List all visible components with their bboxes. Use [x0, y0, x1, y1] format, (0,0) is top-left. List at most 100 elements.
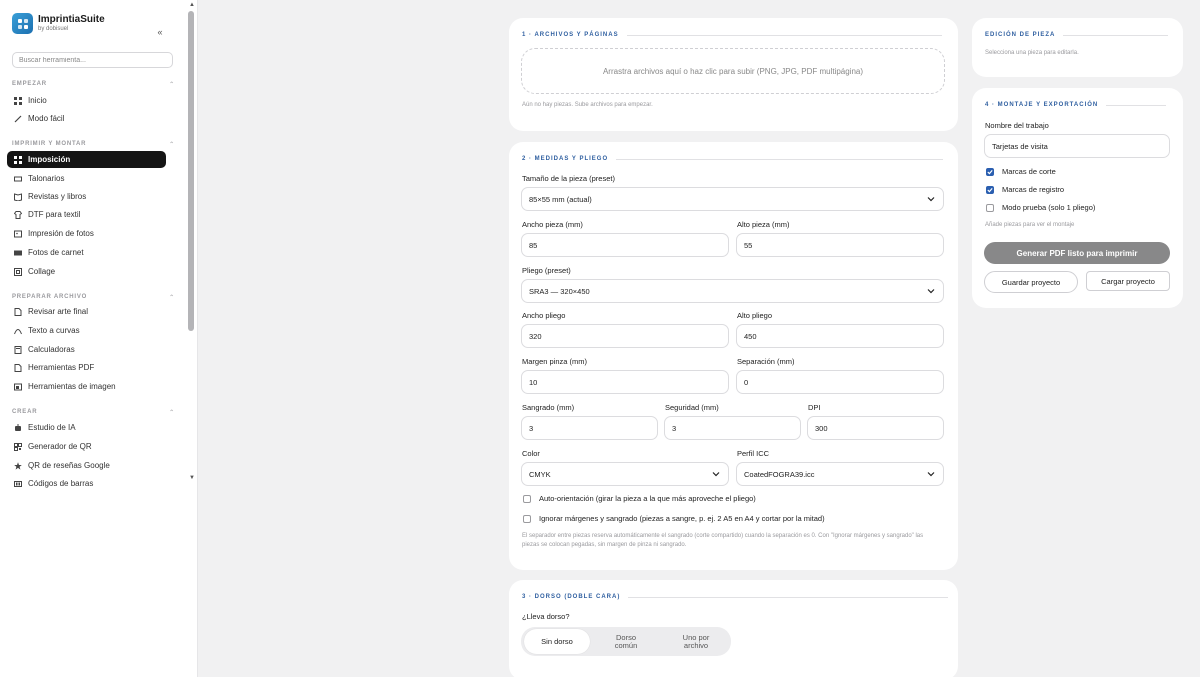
seguridad-input[interactable]: 3: [664, 416, 801, 440]
medidas-card-title: 2 · MEDIDAS Y PLIEGO: [522, 156, 944, 162]
ancho-pieza-input[interactable]: 85: [521, 233, 729, 257]
scroll-up-arrow-icon[interactable]: ▲: [189, 2, 195, 8]
star-icon: [13, 461, 22, 470]
dorso-segmented-control: Sin dorso Dorso común Uno por archivo: [521, 627, 731, 656]
app-name: ImprintiaSuite: [38, 14, 105, 25]
grid-icon: [13, 155, 22, 164]
sidebar-item-fotos-carnet[interactable]: Fotos de carnet: [7, 244, 166, 261]
collage-icon: [13, 267, 22, 276]
medidas-card: 2 · MEDIDAS Y PLIEGO Tamaño de la pieza …: [509, 142, 958, 570]
file-check-icon: [13, 307, 22, 316]
checkbox-box[interactable]: [523, 514, 531, 523]
checkbox-box[interactable]: [523, 494, 531, 503]
sidebar-item-imposicion[interactable]: Imposición: [7, 151, 166, 168]
sidebar-item-texto-curvas[interactable]: Texto a curvas: [7, 322, 166, 339]
sidebar-item-revistas[interactable]: Revistas y libros: [7, 188, 166, 205]
checkbox-checked-icon[interactable]: [986, 185, 994, 194]
sidebar-item-herramientas-pdf[interactable]: Herramientas PDF: [7, 359, 166, 376]
marcas-registro-checkbox[interactable]: Marcas de registro: [986, 185, 1064, 194]
sidebar-item-collage[interactable]: Collage: [7, 263, 166, 280]
archivos-empty-text: Aún no hay piezas. Sube archivos para em…: [522, 102, 653, 108]
barcode-icon: [13, 479, 22, 488]
icc-select[interactable]: CoatedFOGRA39.icc: [736, 462, 944, 486]
sidebar-item-talonarios[interactable]: Talonarios: [7, 170, 166, 187]
sidebar-item-estudio-ia[interactable]: Estudio de IA: [7, 419, 166, 436]
file-dropzone[interactable]: Arrastra archivos aquí o haz clic para s…: [521, 48, 945, 94]
chevron-up-icon: ⌃: [169, 295, 175, 301]
shirt-icon: [13, 210, 22, 219]
sidebar-item-revisar-arte[interactable]: Revisar arte final: [7, 303, 166, 320]
montaje-card: 4 · MONTAJE Y EXPORTACIÓN Nombre del tra…: [972, 88, 1183, 308]
qr-icon: [13, 442, 22, 451]
sidebar: ImprintiaSuite by dobisuel « EMPEZAR⌃ In…: [0, 0, 198, 677]
wand-icon: [13, 114, 22, 123]
montaje-card-title: 4 · MONTAJE Y EXPORTACIÓN: [985, 102, 1167, 108]
app-logo-icon: [12, 13, 33, 34]
montaje-hint: Añade piezas para ver el montaje: [985, 222, 1075, 228]
edicion-card-title: EDICIÓN DE PIEZA: [985, 32, 1169, 38]
pliego-preset-label: Pliego (preset): [522, 266, 571, 275]
generate-pdf-button[interactable]: Generar PDF listo para imprimir: [984, 242, 1170, 264]
sidebar-item-calculadoras[interactable]: Calculadoras: [7, 341, 166, 358]
color-select[interactable]: CMYK: [521, 462, 729, 486]
section-title-preparar[interactable]: PREPARAR ARCHIVO ⌃: [12, 294, 175, 301]
alto-pieza-input[interactable]: 55: [736, 233, 944, 257]
ignore-margins-checkbox[interactable]: Ignorar márgenes y sangrado (piezas a sa…: [523, 514, 825, 523]
ancho-pliego-input[interactable]: 320: [521, 324, 729, 348]
curve-icon: [13, 326, 22, 335]
image-icon: [13, 229, 22, 238]
icc-label: Perfil ICC: [737, 449, 770, 458]
section-title-crear[interactable]: CREAR ⌃: [12, 409, 175, 416]
app-byline: by dobisuel: [38, 26, 69, 32]
collapse-sidebar-button[interactable]: «: [152, 25, 168, 38]
checkbox-checked-icon[interactable]: [986, 167, 994, 176]
dpi-input[interactable]: 300: [807, 416, 944, 440]
sidebar-item-codigos-barras[interactable]: Códigos de barras: [7, 475, 166, 492]
auto-orient-checkbox[interactable]: Auto-orientación (girar la pieza a la qu…: [523, 494, 756, 503]
alto-pliego-input[interactable]: 450: [736, 324, 944, 348]
dorso-question: ¿Lleva dorso?: [522, 612, 570, 621]
modo-prueba-checkbox[interactable]: Modo prueba (solo 1 pliego): [986, 203, 1095, 212]
color-label: Color: [522, 449, 540, 458]
dorso-option-comun[interactable]: Dorso común: [591, 627, 661, 656]
save-project-button[interactable]: Guardar proyecto: [984, 271, 1078, 293]
sidebar-item-inicio[interactable]: Inicio: [7, 92, 166, 109]
sidebar-item-modo-facil[interactable]: Modo fácil: [7, 110, 166, 127]
size-preset-select[interactable]: 85×55 mm (actual): [521, 187, 944, 211]
chevron-up-icon: ⌃: [169, 82, 175, 88]
id-card-icon: [13, 248, 22, 257]
medidas-note: El separador entre piezas reserva automá…: [522, 533, 924, 548]
scroll-down-arrow-icon[interactable]: ▼: [189, 475, 195, 481]
dorso-card-title: 3 · DORSO (DOBLE CARA): [522, 594, 949, 600]
marcas-corte-checkbox[interactable]: Marcas de corte: [986, 167, 1056, 176]
chevron-down-icon: [712, 472, 720, 477]
archivos-card-title: 1 · ARCHIVOS Y PÁGINAS: [522, 32, 942, 38]
brand[interactable]: ImprintiaSuite by dobisuel: [12, 13, 105, 34]
separacion-input[interactable]: 0: [736, 370, 944, 394]
sidebar-item-generador-qr[interactable]: Generador de QR: [7, 438, 166, 455]
job-name-input[interactable]: Tarjetas de visita: [984, 134, 1170, 158]
grid-icon: [13, 96, 22, 105]
sidebar-item-qr-resenas[interactable]: QR de reseñas Google: [7, 457, 166, 474]
checkbox-box[interactable]: [986, 203, 994, 212]
margen-pinza-input[interactable]: 10: [521, 370, 729, 394]
tool-search-input[interactable]: [12, 52, 173, 68]
dorso-option-por-archivo[interactable]: Uno por archivo: [661, 627, 731, 656]
section-title-imprimir[interactable]: IMPRIMIR Y MONTAR ⌃: [12, 141, 175, 148]
dorso-option-sin-dorso[interactable]: Sin dorso: [524, 629, 590, 654]
sidebar-item-dtf[interactable]: DTF para textil: [7, 206, 166, 223]
job-name-label: Nombre del trabajo: [985, 121, 1049, 130]
separacion-label: Separación (mm): [737, 357, 795, 366]
sidebar-item-herramientas-imagen[interactable]: Herramientas de imagen: [7, 378, 166, 395]
sidebar-scrollbar-thumb[interactable]: [188, 11, 194, 331]
sangrado-input[interactable]: 3: [521, 416, 658, 440]
dorso-card: 3 · DORSO (DOBLE CARA) ¿Lleva dorso? Sin…: [509, 580, 958, 677]
alto-pliego-label: Alto pliego: [737, 311, 773, 320]
sidebar-item-impresion-fotos[interactable]: Impresión de fotos: [7, 225, 166, 242]
ticket-icon: [13, 174, 22, 183]
section-title-empezar[interactable]: EMPEZAR ⌃: [12, 81, 175, 88]
sangrado-label: Sangrado (mm): [522, 403, 575, 412]
load-project-button[interactable]: Cargar proyecto: [1086, 271, 1170, 291]
pliego-preset-select[interactable]: SRA3 — 320×450: [521, 279, 944, 303]
chevron-down-icon: [927, 197, 935, 202]
